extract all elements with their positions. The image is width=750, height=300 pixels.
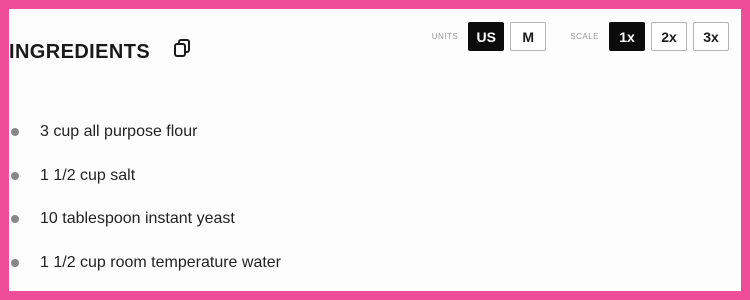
bullet-icon [11,128,19,136]
units-metric-button[interactable]: M [510,22,547,51]
scale-3x-button[interactable]: 3x [693,22,729,51]
recipe-controls: UNITS US M SCALE 1x 2x 3x [432,22,729,51]
ingredient-text: 10 tablespoon instant yeast [40,210,235,227]
bullet-icon [11,258,19,267]
list-item: 1 1/2 cup salt [11,165,281,187]
units-label: UNITS [431,32,459,41]
list-item: 10 tablespoon instant yeast [11,208,281,230]
scale-1x-button[interactable]: 1x [609,22,645,51]
ingredient-text: 3 cup all purpose flour [40,123,198,140]
ingredients-title: INGREDIENTS [9,41,151,63]
ingredient-list: 3 cup all purpose flour 1 1/2 cup salt 1… [11,121,281,295]
ingredient-text: 1 1/2 cup salt [40,166,136,184]
units-us-button[interactable]: US [468,22,505,51]
ingredient-text: 1 1/2 cup room temperature water [40,253,282,271]
scale-2x-button[interactable]: 2x [651,22,687,51]
scale-label: SCALE [570,32,599,41]
ingredients-card: INGREDIENTS UNITS US M SCALE 1x 2x 3x 3 … [0,0,750,300]
list-item: 3 cup all purpose flour [11,121,281,143]
copy-icon[interactable] [173,39,191,59]
list-item: 1 1/2 cup room temperature water [11,252,281,274]
bullet-icon [11,171,19,180]
bullet-icon [11,215,19,223]
